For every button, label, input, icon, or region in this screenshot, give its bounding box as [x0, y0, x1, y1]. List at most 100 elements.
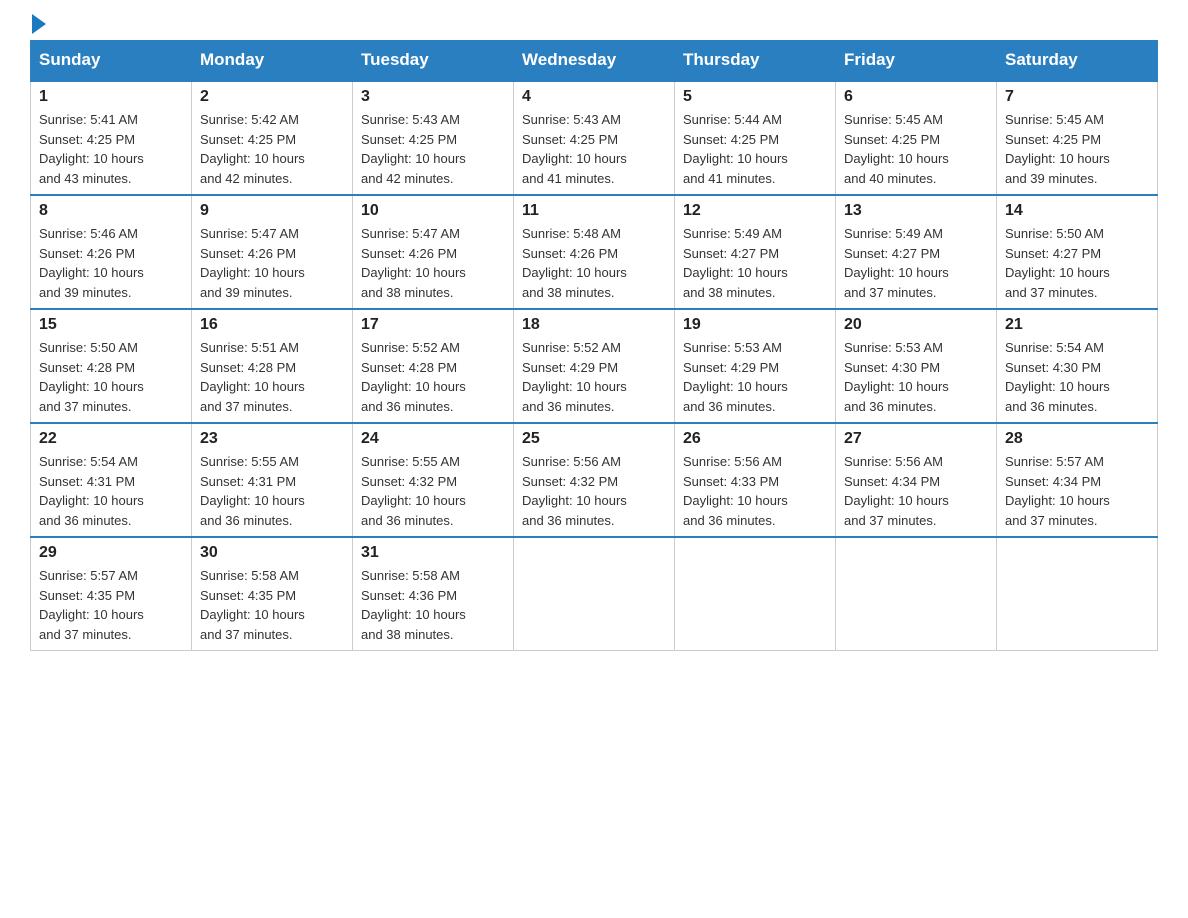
day-info: Sunrise: 5:42 AM Sunset: 4:25 PM Dayligh…: [200, 110, 344, 188]
day-info: Sunrise: 5:46 AM Sunset: 4:26 PM Dayligh…: [39, 224, 183, 302]
day-info: Sunrise: 5:58 AM Sunset: 4:36 PM Dayligh…: [361, 566, 505, 644]
calendar-cell: 12Sunrise: 5:49 AM Sunset: 4:27 PM Dayli…: [675, 195, 836, 309]
day-info: Sunrise: 5:45 AM Sunset: 4:25 PM Dayligh…: [844, 110, 988, 188]
calendar-header-row: SundayMondayTuesdayWednesdayThursdayFrid…: [31, 40, 1158, 81]
day-info: Sunrise: 5:47 AM Sunset: 4:26 PM Dayligh…: [361, 224, 505, 302]
day-number: 8: [39, 202, 183, 220]
day-info: Sunrise: 5:48 AM Sunset: 4:26 PM Dayligh…: [522, 224, 666, 302]
day-info: Sunrise: 5:53 AM Sunset: 4:29 PM Dayligh…: [683, 338, 827, 416]
calendar-cell: 31 Sunrise: 5:58 AM Sunset: 4:36 PM Dayli…: [353, 537, 514, 651]
day-info: Sunrise: 5:43 AM Sunset: 4:25 PM Dayligh…: [522, 110, 666, 188]
day-number: 7: [1005, 88, 1149, 106]
day-number: 9: [200, 202, 344, 220]
day-number: 13: [844, 202, 988, 220]
day-number: 15: [39, 316, 183, 334]
col-header-monday: Monday: [192, 40, 353, 81]
col-header-wednesday: Wednesday: [514, 40, 675, 81]
day-info: Sunrise: 5:50 AM Sunset: 4:28 PM Dayligh…: [39, 338, 183, 416]
day-info: Sunrise: 5:52 AM Sunset: 4:28 PM Dayligh…: [361, 338, 505, 416]
logo: [30, 20, 46, 30]
day-number: 29: [39, 544, 183, 562]
day-number: 12: [683, 202, 827, 220]
calendar-cell: 9 Sunrise: 5:47 AM Sunset: 4:26 PM Daylig…: [192, 195, 353, 309]
calendar-cell: 16Sunrise: 5:51 AM Sunset: 4:28 PM Dayli…: [192, 309, 353, 423]
day-number: 28: [1005, 430, 1149, 448]
calendar-week-row: 1 Sunrise: 5:41 AM Sunset: 4:25 PM Daylig…: [31, 81, 1158, 195]
calendar-cell: 4 Sunrise: 5:43 AM Sunset: 4:25 PM Daylig…: [514, 81, 675, 195]
day-number: 31: [361, 544, 505, 562]
calendar-cell: [997, 537, 1158, 651]
day-info: Sunrise: 5:47 AM Sunset: 4:26 PM Dayligh…: [200, 224, 344, 302]
calendar-week-row: 22Sunrise: 5:54 AM Sunset: 4:31 PM Dayli…: [31, 423, 1158, 537]
day-number: 19: [683, 316, 827, 334]
day-info: Sunrise: 5:55 AM Sunset: 4:32 PM Dayligh…: [361, 452, 505, 530]
day-info: Sunrise: 5:43 AM Sunset: 4:25 PM Dayligh…: [361, 110, 505, 188]
col-header-friday: Friday: [836, 40, 997, 81]
day-number: 22: [39, 430, 183, 448]
calendar-cell: 11 Sunrise: 5:48 AM Sunset: 4:26 PM Dayli…: [514, 195, 675, 309]
calendar-cell: 2 Sunrise: 5:42 AM Sunset: 4:25 PM Daylig…: [192, 81, 353, 195]
day-number: 17: [361, 316, 505, 334]
calendar-cell: 25Sunrise: 5:56 AM Sunset: 4:32 PM Dayli…: [514, 423, 675, 537]
day-info: Sunrise: 5:57 AM Sunset: 4:35 PM Dayligh…: [39, 566, 183, 644]
day-number: 6: [844, 88, 988, 106]
day-info: Sunrise: 5:55 AM Sunset: 4:31 PM Dayligh…: [200, 452, 344, 530]
day-number: 23: [200, 430, 344, 448]
day-info: Sunrise: 5:56 AM Sunset: 4:34 PM Dayligh…: [844, 452, 988, 530]
calendar-cell: 13 Sunrise: 5:49 AM Sunset: 4:27 PM Dayli…: [836, 195, 997, 309]
calendar-cell: 1 Sunrise: 5:41 AM Sunset: 4:25 PM Daylig…: [31, 81, 192, 195]
calendar-cell: 5 Sunrise: 5:44 AM Sunset: 4:25 PM Daylig…: [675, 81, 836, 195]
calendar-cell: 23 Sunrise: 5:55 AM Sunset: 4:31 PM Dayli…: [192, 423, 353, 537]
day-info: Sunrise: 5:53 AM Sunset: 4:30 PM Dayligh…: [844, 338, 988, 416]
calendar-cell: 20Sunrise: 5:53 AM Sunset: 4:30 PM Dayli…: [836, 309, 997, 423]
calendar-cell: 22Sunrise: 5:54 AM Sunset: 4:31 PM Dayli…: [31, 423, 192, 537]
day-number: 1: [39, 88, 183, 106]
calendar-cell: 8 Sunrise: 5:46 AM Sunset: 4:26 PM Daylig…: [31, 195, 192, 309]
day-info: Sunrise: 5:45 AM Sunset: 4:25 PM Dayligh…: [1005, 110, 1149, 188]
day-number: 4: [522, 88, 666, 106]
day-number: 30: [200, 544, 344, 562]
day-number: 2: [200, 88, 344, 106]
col-header-saturday: Saturday: [997, 40, 1158, 81]
day-info: Sunrise: 5:49 AM Sunset: 4:27 PM Dayligh…: [844, 224, 988, 302]
col-header-tuesday: Tuesday: [353, 40, 514, 81]
calendar-cell: 14 Sunrise: 5:50 AM Sunset: 4:27 PM Dayli…: [997, 195, 1158, 309]
calendar-cell: 27 Sunrise: 5:56 AM Sunset: 4:34 PM Dayli…: [836, 423, 997, 537]
day-info: Sunrise: 5:44 AM Sunset: 4:25 PM Dayligh…: [683, 110, 827, 188]
calendar-cell: 30Sunrise: 5:58 AM Sunset: 4:35 PM Dayli…: [192, 537, 353, 651]
calendar-week-row: 8 Sunrise: 5:46 AM Sunset: 4:26 PM Daylig…: [31, 195, 1158, 309]
calendar-cell: [675, 537, 836, 651]
calendar-cell: 21Sunrise: 5:54 AM Sunset: 4:30 PM Dayli…: [997, 309, 1158, 423]
calendar-cell: 28 Sunrise: 5:57 AM Sunset: 4:34 PM Dayli…: [997, 423, 1158, 537]
calendar-cell: 29 Sunrise: 5:57 AM Sunset: 4:35 PM Dayli…: [31, 537, 192, 651]
day-info: Sunrise: 5:56 AM Sunset: 4:33 PM Dayligh…: [683, 452, 827, 530]
day-info: Sunrise: 5:50 AM Sunset: 4:27 PM Dayligh…: [1005, 224, 1149, 302]
calendar-cell: 19 Sunrise: 5:53 AM Sunset: 4:29 PM Dayli…: [675, 309, 836, 423]
calendar-week-row: 29 Sunrise: 5:57 AM Sunset: 4:35 PM Dayli…: [31, 537, 1158, 651]
calendar-cell: 3Sunrise: 5:43 AM Sunset: 4:25 PM Daylig…: [353, 81, 514, 195]
day-info: Sunrise: 5:57 AM Sunset: 4:34 PM Dayligh…: [1005, 452, 1149, 530]
day-info: Sunrise: 5:41 AM Sunset: 4:25 PM Dayligh…: [39, 110, 183, 188]
calendar-cell: 26Sunrise: 5:56 AM Sunset: 4:33 PM Dayli…: [675, 423, 836, 537]
calendar-cell: 17 Sunrise: 5:52 AM Sunset: 4:28 PM Dayli…: [353, 309, 514, 423]
calendar-cell: [514, 537, 675, 651]
day-number: 14: [1005, 202, 1149, 220]
day-info: Sunrise: 5:52 AM Sunset: 4:29 PM Dayligh…: [522, 338, 666, 416]
day-number: 24: [361, 430, 505, 448]
day-number: 27: [844, 430, 988, 448]
day-number: 5: [683, 88, 827, 106]
day-info: Sunrise: 5:54 AM Sunset: 4:30 PM Dayligh…: [1005, 338, 1149, 416]
calendar-table: SundayMondayTuesdayWednesdayThursdayFrid…: [30, 40, 1158, 651]
day-info: Sunrise: 5:56 AM Sunset: 4:32 PM Dayligh…: [522, 452, 666, 530]
day-info: Sunrise: 5:51 AM Sunset: 4:28 PM Dayligh…: [200, 338, 344, 416]
day-number: 10: [361, 202, 505, 220]
calendar-cell: 10 Sunrise: 5:47 AM Sunset: 4:26 PM Dayli…: [353, 195, 514, 309]
calendar-cell: 7 Sunrise: 5:45 AM Sunset: 4:25 PM Daylig…: [997, 81, 1158, 195]
calendar-week-row: 15 Sunrise: 5:50 AM Sunset: 4:28 PM Dayli…: [31, 309, 1158, 423]
logo-arrow-icon: [32, 14, 46, 34]
calendar-cell: 15 Sunrise: 5:50 AM Sunset: 4:28 PM Dayli…: [31, 309, 192, 423]
calendar-cell: 24 Sunrise: 5:55 AM Sunset: 4:32 PM Dayli…: [353, 423, 514, 537]
day-number: 11: [522, 202, 666, 220]
calendar-cell: [836, 537, 997, 651]
col-header-sunday: Sunday: [31, 40, 192, 81]
